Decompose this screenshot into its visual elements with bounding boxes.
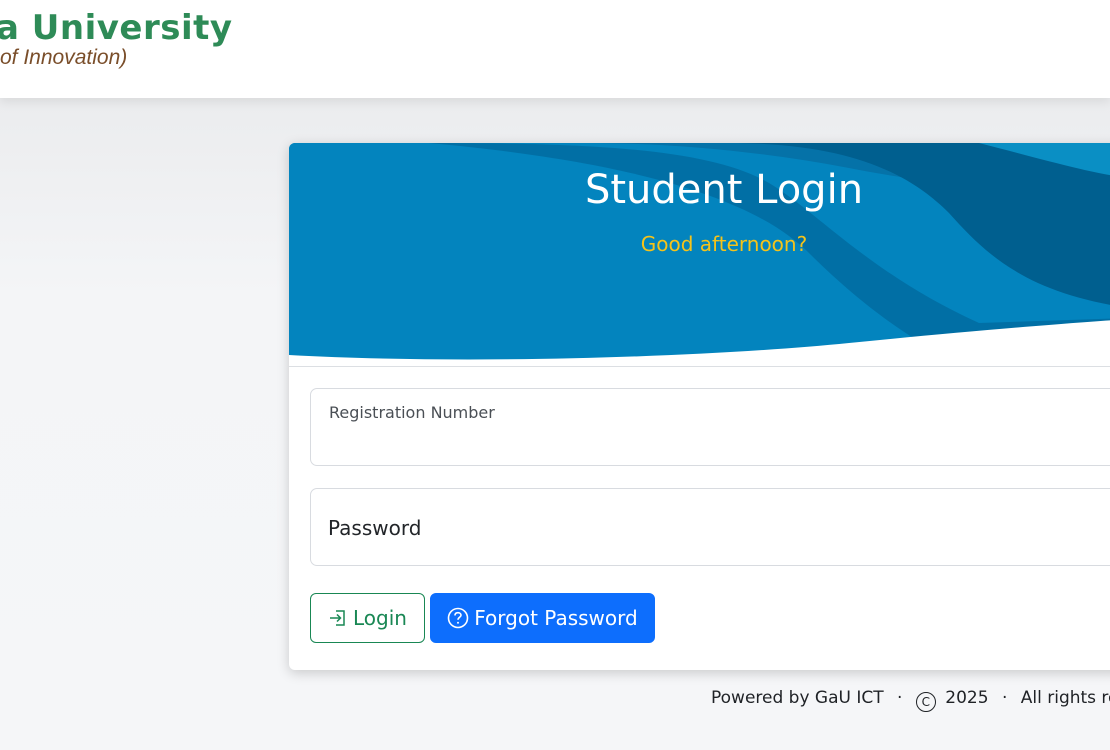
university-name[interactable]: a University bbox=[0, 8, 233, 48]
registration-number-label: Registration Number bbox=[329, 403, 495, 422]
copyright-year: 2025 bbox=[945, 688, 989, 708]
box-arrow-in-right-icon bbox=[328, 608, 348, 628]
login-button[interactable]: Login bbox=[310, 593, 425, 643]
password-label: Password bbox=[328, 516, 422, 540]
password-field[interactable]: Password bbox=[310, 488, 1110, 566]
forgot-password-label: Forgot Password bbox=[474, 606, 638, 630]
login-title: Student Login bbox=[584, 167, 864, 213]
powered-by-text: Powered by GaU ICT bbox=[711, 688, 884, 708]
rights-text: All rights rese bbox=[1020, 688, 1110, 708]
greeting-text: Good afternoon? bbox=[640, 232, 808, 256]
top-navbar: a University of Innovation) bbox=[0, 0, 1110, 98]
footer-separator: · bbox=[897, 688, 903, 708]
login-card: Student Login Good afternoon? Registrati… bbox=[289, 143, 1110, 670]
registration-number-field[interactable]: Registration Number bbox=[310, 388, 1110, 466]
question-circle-icon bbox=[447, 607, 469, 629]
header-divider bbox=[289, 366, 1110, 367]
university-tagline: of Innovation) bbox=[0, 46, 128, 69]
login-card-header: Student Login Good afternoon? bbox=[289, 143, 1110, 367]
forgot-password-button[interactable]: Forgot Password bbox=[430, 593, 655, 643]
login-button-label: Login bbox=[353, 606, 407, 630]
footer: Powered by GaU ICT · C 2025 · All rights… bbox=[711, 688, 1110, 712]
footer-separator: · bbox=[1001, 688, 1008, 708]
copyright-icon: C bbox=[915, 692, 936, 712]
